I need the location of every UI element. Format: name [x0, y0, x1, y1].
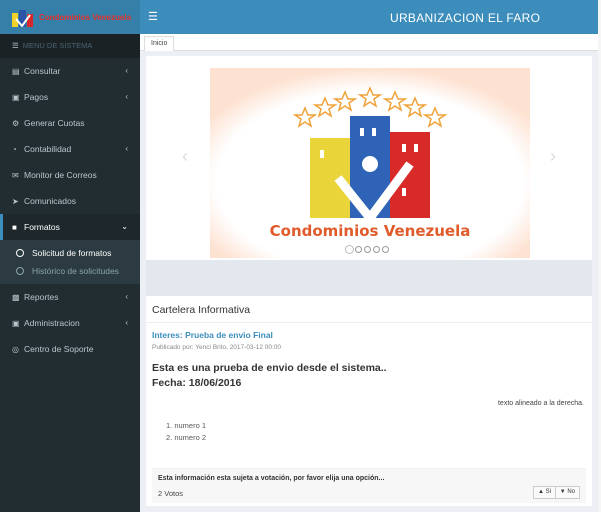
- sidebar-item-generar-cuotas[interactable]: ⚙ Generar Cuotas: [0, 110, 140, 136]
- submenu-item-solicitud-formatos[interactable]: Solicitud de formatos: [0, 244, 140, 262]
- app-logo[interactable]: Condominios Venezuela: [10, 6, 138, 28]
- post-title[interactable]: Interes: Prueba de envio Final: [152, 330, 273, 340]
- board-title: Cartelera Informativa: [152, 304, 251, 316]
- sidebar-item-formatos[interactable]: ■ Formatos ⌄: [0, 214, 140, 240]
- envelope-icon: ✉: [12, 170, 19, 180]
- carousel-dot[interactable]: [364, 246, 371, 253]
- main-content: Inicio ‹ › Condominios Venezuela Cartele…: [140, 34, 598, 512]
- formatos-submenu: Solicitud de formatos Histórico de solic…: [0, 240, 140, 284]
- chevron-down-icon: ⌄: [121, 222, 128, 231]
- money-icon: ▣: [12, 92, 20, 102]
- sidebar-item-contabilidad[interactable]: ◔ Contabilidad ‹: [0, 136, 140, 162]
- site-title: URBANIZACION EL FARO: [390, 11, 541, 25]
- carousel-dot[interactable]: [373, 246, 380, 253]
- menu-icon: ☰: [12, 41, 19, 50]
- logo-bar: Condominios Venezuela: [0, 0, 140, 34]
- chevron-left-icon: ‹: [125, 292, 128, 301]
- right-aligned-text: texto alineado a la derecha.: [497, 400, 584, 407]
- vote-no-button[interactable]: ▼ No: [554, 486, 580, 499]
- clipboard-icon: ▤: [12, 66, 20, 76]
- sidebar-item-consultar[interactable]: ▤ Consultar ‹: [0, 58, 140, 84]
- carousel-dot[interactable]: [382, 246, 389, 253]
- image-carousel: ‹ › Condominios Venezuela: [146, 56, 592, 262]
- bulletin-board: Cartelera Informativa Interes: Prueba de…: [146, 296, 592, 506]
- circle-icon: [16, 267, 24, 275]
- chevron-left-icon: ‹: [125, 318, 128, 327]
- hamburger-icon[interactable]: ☰: [148, 10, 158, 23]
- chevron-left-icon: ‹: [125, 92, 128, 101]
- sidebar-item-pagos[interactable]: ▣ Pagos ‹: [0, 84, 140, 110]
- divider: [146, 322, 592, 323]
- bar-chart-icon: ▩: [12, 292, 20, 302]
- carousel-indicators: [346, 246, 389, 253]
- sidebar-item-reportes[interactable]: ▩ Reportes ‹: [0, 284, 140, 310]
- chevron-right-icon[interactable]: ›: [550, 146, 556, 167]
- life-ring-icon: ◎: [12, 344, 19, 354]
- sidebar-item-comunicados[interactable]: ➤ Comunicados: [0, 188, 140, 214]
- sidebar-header: ☰ MENU DE SISTEMA: [0, 34, 140, 58]
- file-icon: ■: [12, 222, 17, 232]
- thumbs-up-icon: ▲: [538, 489, 544, 495]
- tab-inicio[interactable]: Inicio: [144, 36, 175, 51]
- tab-bar: Inicio: [140, 34, 598, 51]
- carousel-dot[interactable]: [355, 246, 362, 253]
- banner-image: Condominios Venezuela: [210, 68, 530, 258]
- thumbs-down-icon: ▼: [559, 489, 566, 495]
- logo-text: Condominios Venezuela: [39, 12, 132, 22]
- vote-count: 2 Votos: [158, 489, 184, 498]
- vote-panel: Esta información esta sujeta a votación,…: [152, 468, 586, 503]
- chevron-left-icon: ‹: [125, 66, 128, 75]
- carousel-dot[interactable]: [346, 246, 353, 253]
- cogs-icon: ⚙: [12, 118, 20, 128]
- chevron-left-icon[interactable]: ‹: [182, 146, 188, 167]
- post-list: 1. numero 1 2. numero 2: [166, 420, 206, 444]
- vote-question: Esta información esta sujeta a votación,…: [158, 475, 385, 482]
- bullhorn-icon: ➤: [12, 196, 19, 206]
- vote-yes-button[interactable]: ▲ Si: [533, 486, 556, 499]
- top-navbar: ☰ URBANIZACION EL FARO: [140, 0, 598, 34]
- briefcase-icon: ▣: [12, 318, 20, 328]
- post-meta: Publicado por: Yenci Brito, 2017-03-12 0…: [152, 344, 282, 351]
- pie-chart-icon: ◔: [12, 144, 17, 154]
- list-item: 2. numero 2: [166, 433, 207, 442]
- sidebar-item-centro-soporte[interactable]: ◎ Centro de Soporte: [0, 336, 140, 362]
- chevron-left-icon: ‹: [125, 144, 128, 153]
- banner-text: Condominios Venezuela: [270, 222, 471, 240]
- sidebar-item-administracion[interactable]: ▣ Administracion ‹: [0, 310, 140, 336]
- spacer-band: [146, 260, 592, 296]
- sidebar-item-monitor-correos[interactable]: ✉ Monitor de Correos: [0, 162, 140, 188]
- submenu-item-historico-solicitudes[interactable]: Histórico de solicitudes: [0, 262, 140, 280]
- logo-icon: [10, 7, 36, 28]
- sidebar: ☰ MENU DE SISTEMA ▤ Consultar ‹ ▣ Pagos ‹…: [0, 34, 140, 512]
- circle-icon: [16, 249, 24, 257]
- post-body: Esta es una prueba de envio desde el sis…: [152, 362, 387, 389]
- list-item: 1. numero 1: [166, 421, 207, 430]
